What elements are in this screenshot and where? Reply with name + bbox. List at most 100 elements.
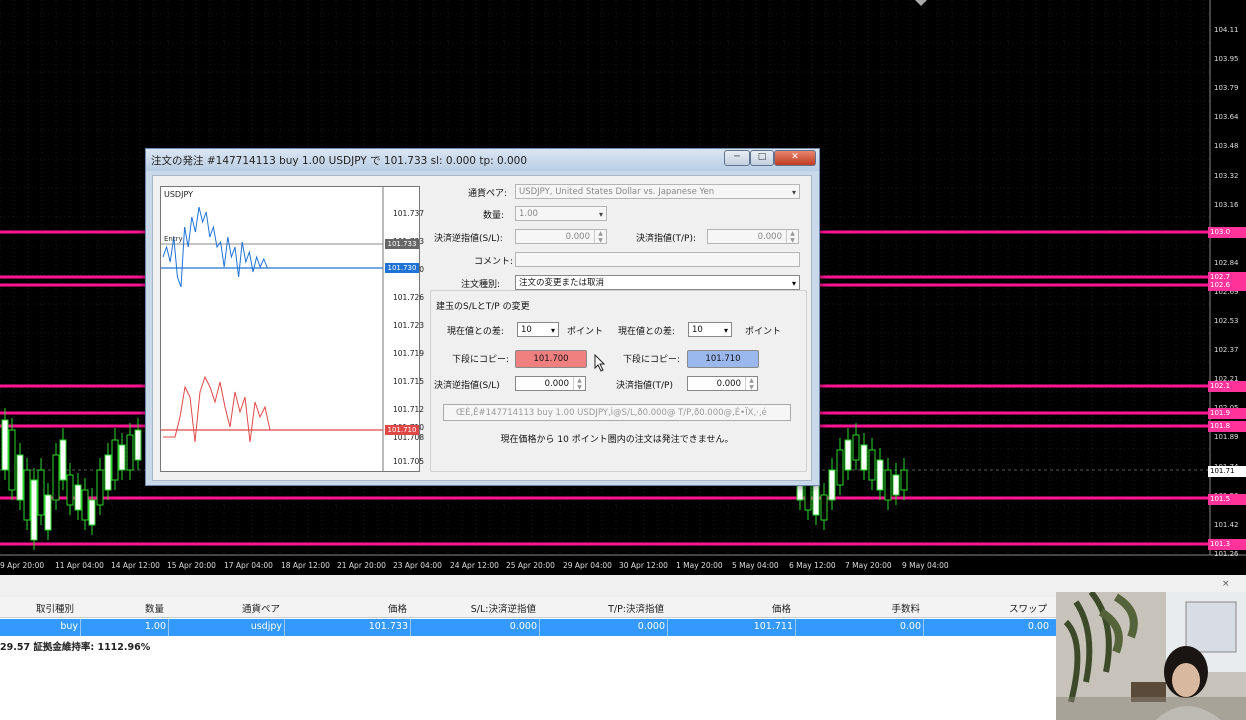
column-divider	[795, 619, 796, 636]
new-tp-field[interactable]: 0.000 ▲ ▼	[687, 376, 758, 391]
column-header[interactable]: 数量	[145, 601, 164, 615]
trade-table-header: 取引種別 数量 通貨ペア 価格 S/L:決済逆指値 T/P:決済指値 価格 手数料 スワップ	[0, 597, 1056, 618]
volume-field[interactable]: 1.00 ▾	[515, 206, 607, 221]
column-header[interactable]: 通貨ペア	[242, 601, 280, 615]
price-tag: 102.1	[1208, 381, 1246, 392]
volume-label: 数量:	[483, 211, 505, 221]
spinner-icon[interactable]: ▲ ▼	[745, 377, 757, 391]
minimize-button[interactable]: ─	[724, 150, 750, 166]
date-axis-label: 17 Apr 04:00	[224, 561, 273, 570]
volume-value: 1.00	[519, 209, 538, 219]
tick-axis-label: 101.737	[393, 209, 425, 218]
date-axis-label: 18 Apr 12:00	[281, 561, 330, 570]
date-axis-label: 9 May 04:00	[902, 561, 949, 570]
sl-label: 決済逆指値(S/L):	[434, 234, 503, 244]
comment-field[interactable]	[515, 252, 800, 267]
diff-value-right: 10	[692, 325, 703, 335]
date-axis-label: 15 Apr 20:00	[167, 561, 216, 570]
new-tp-value: 0.000	[716, 379, 741, 389]
sl-field[interactable]: 0.000 ▲ ▼	[515, 229, 607, 244]
date-axis-label: 21 Apr 20:00	[337, 561, 386, 570]
spinner-icon[interactable]: ▲ ▼	[594, 230, 606, 244]
table-cell: 0.00	[1027, 621, 1049, 632]
price-tag: 101.5	[1208, 494, 1246, 505]
new-sl-value: 0.000	[544, 379, 569, 389]
comment-label: コメント:	[474, 257, 514, 267]
date-axis-label: 6 May 12:00	[789, 561, 836, 570]
table-row[interactable]: buy 1.00 usdjpy 101.733 0.000 0.000 101.711 0.0…	[0, 619, 1056, 636]
column-header[interactable]: 価格	[388, 601, 407, 615]
dialog-title: 注文の発注 #147714113 buy 1.00 USDJPY で 101.7…	[151, 155, 528, 167]
date-axis-label: 30 Apr 12:00	[619, 561, 668, 570]
points-right: ポイント	[745, 327, 782, 337]
column-divider	[667, 619, 668, 636]
diff-select-right[interactable]: 10 ▾	[688, 322, 732, 337]
tick-axis-label: 101.726	[393, 293, 425, 302]
tick-chart-symbol: USDJPY	[164, 190, 193, 199]
order-type-select[interactable]: 注文の変更または取消 ▾	[515, 275, 800, 290]
tick-price-tag: 101.730	[385, 263, 419, 273]
price-tag: 101.3	[1208, 539, 1246, 550]
date-axis-label: 23 Apr 04:00	[393, 561, 442, 570]
column-divider	[410, 619, 411, 636]
table-cell: buy	[60, 621, 78, 632]
new-sl-field[interactable]: 0.000 ▲ ▼	[515, 376, 586, 391]
tick-axis-label: 101.705	[393, 457, 425, 466]
column-divider	[539, 619, 540, 636]
price-axis-label: 101.26	[1214, 549, 1239, 558]
price-tag: 101.71	[1208, 466, 1246, 477]
dialog-titlebar[interactable]: 注文の発注 #147714113 buy 1.00 USDJPY で 101.7…	[146, 149, 819, 171]
tick-price-tag: 101.710	[385, 425, 419, 435]
tp-label: 決済指値(T/P):	[636, 234, 697, 244]
price-tag: 103.0	[1208, 227, 1246, 238]
close-icon[interactable]: ×	[1222, 579, 1230, 589]
modify-button[interactable]: ŒÈ‚Ê#147714113 buy 1.00 USDJPY‚Ì@S/L‚ð0.…	[443, 404, 791, 421]
price-axis-label: 101.42	[1214, 520, 1239, 529]
price-axis-label: 103.79	[1214, 84, 1239, 93]
copy-tp-button[interactable]: 101.710	[687, 350, 759, 368]
price-axis-label: 103.64	[1214, 113, 1239, 122]
copy-sl-button[interactable]: 101.700	[515, 350, 587, 368]
date-axis-label: 5 May 04:00	[732, 561, 779, 570]
new-sl-label: 決済逆指値(S/L)	[434, 381, 500, 391]
symbol-select[interactable]: USDJPY, United States Dollar vs. Japanes…	[515, 184, 800, 199]
tick-axis-label: 101.723	[393, 321, 425, 330]
price-tag: 101.9	[1208, 408, 1246, 419]
column-header[interactable]: 価格	[772, 601, 791, 615]
table-cell: 0.00	[899, 621, 921, 632]
chevron-down-icon: ▾	[550, 326, 555, 335]
order-type-value: 注文の変更または取消	[519, 278, 605, 288]
column-divider	[923, 619, 924, 636]
points-left: ポイント	[567, 327, 604, 337]
column-header[interactable]: T/P:決済指値	[608, 601, 664, 615]
chevron-down-icon: ▾	[723, 326, 728, 335]
close-button[interactable]: ✕	[774, 150, 816, 166]
maximize-button[interactable]: □	[750, 150, 774, 166]
date-axis-label: 14 Apr 12:00	[111, 561, 160, 570]
chevron-down-icon: ▾	[791, 279, 796, 288]
table-cell: 0.000	[637, 621, 665, 632]
date-axis-label: 9 Apr 20:00	[0, 561, 45, 570]
tick-axis-label: 101.715	[393, 377, 425, 386]
spinner-icon[interactable]: ▲ ▼	[573, 377, 585, 391]
table-cell: 101.711	[753, 621, 793, 632]
symbol-value: USDJPY, United States Dollar vs. Japanes…	[519, 187, 715, 197]
date-axis-label: 29 Apr 04:00	[563, 561, 612, 570]
column-header[interactable]: 手数料	[891, 601, 920, 615]
price-axis-label: 103.95	[1214, 55, 1239, 64]
copy-label-right: 下段にコピー:	[623, 355, 681, 365]
tp-field[interactable]: 0.000 ▲ ▼	[707, 229, 799, 244]
price-axis-label: 102.37	[1214, 346, 1239, 355]
column-divider	[80, 619, 81, 636]
column-header[interactable]: 取引種別	[36, 601, 74, 615]
entry-label: Entry	[164, 235, 183, 243]
price-axis-label: 103.48	[1214, 142, 1239, 151]
column-header[interactable]: スワップ	[1009, 601, 1047, 615]
date-axis-label: 7 May 20:00	[845, 561, 892, 570]
sl-value: 0.000	[565, 232, 590, 242]
table-cell: 101.733	[368, 621, 408, 632]
spinner-icon[interactable]: ▲ ▼	[786, 230, 798, 244]
column-header[interactable]: S/L:決済逆指値	[471, 601, 536, 615]
dialog-body: USDJPY Entry 101.737 101.733 101.730 101.72…	[152, 175, 812, 481]
diff-select-left[interactable]: 10 ▾	[517, 322, 559, 337]
